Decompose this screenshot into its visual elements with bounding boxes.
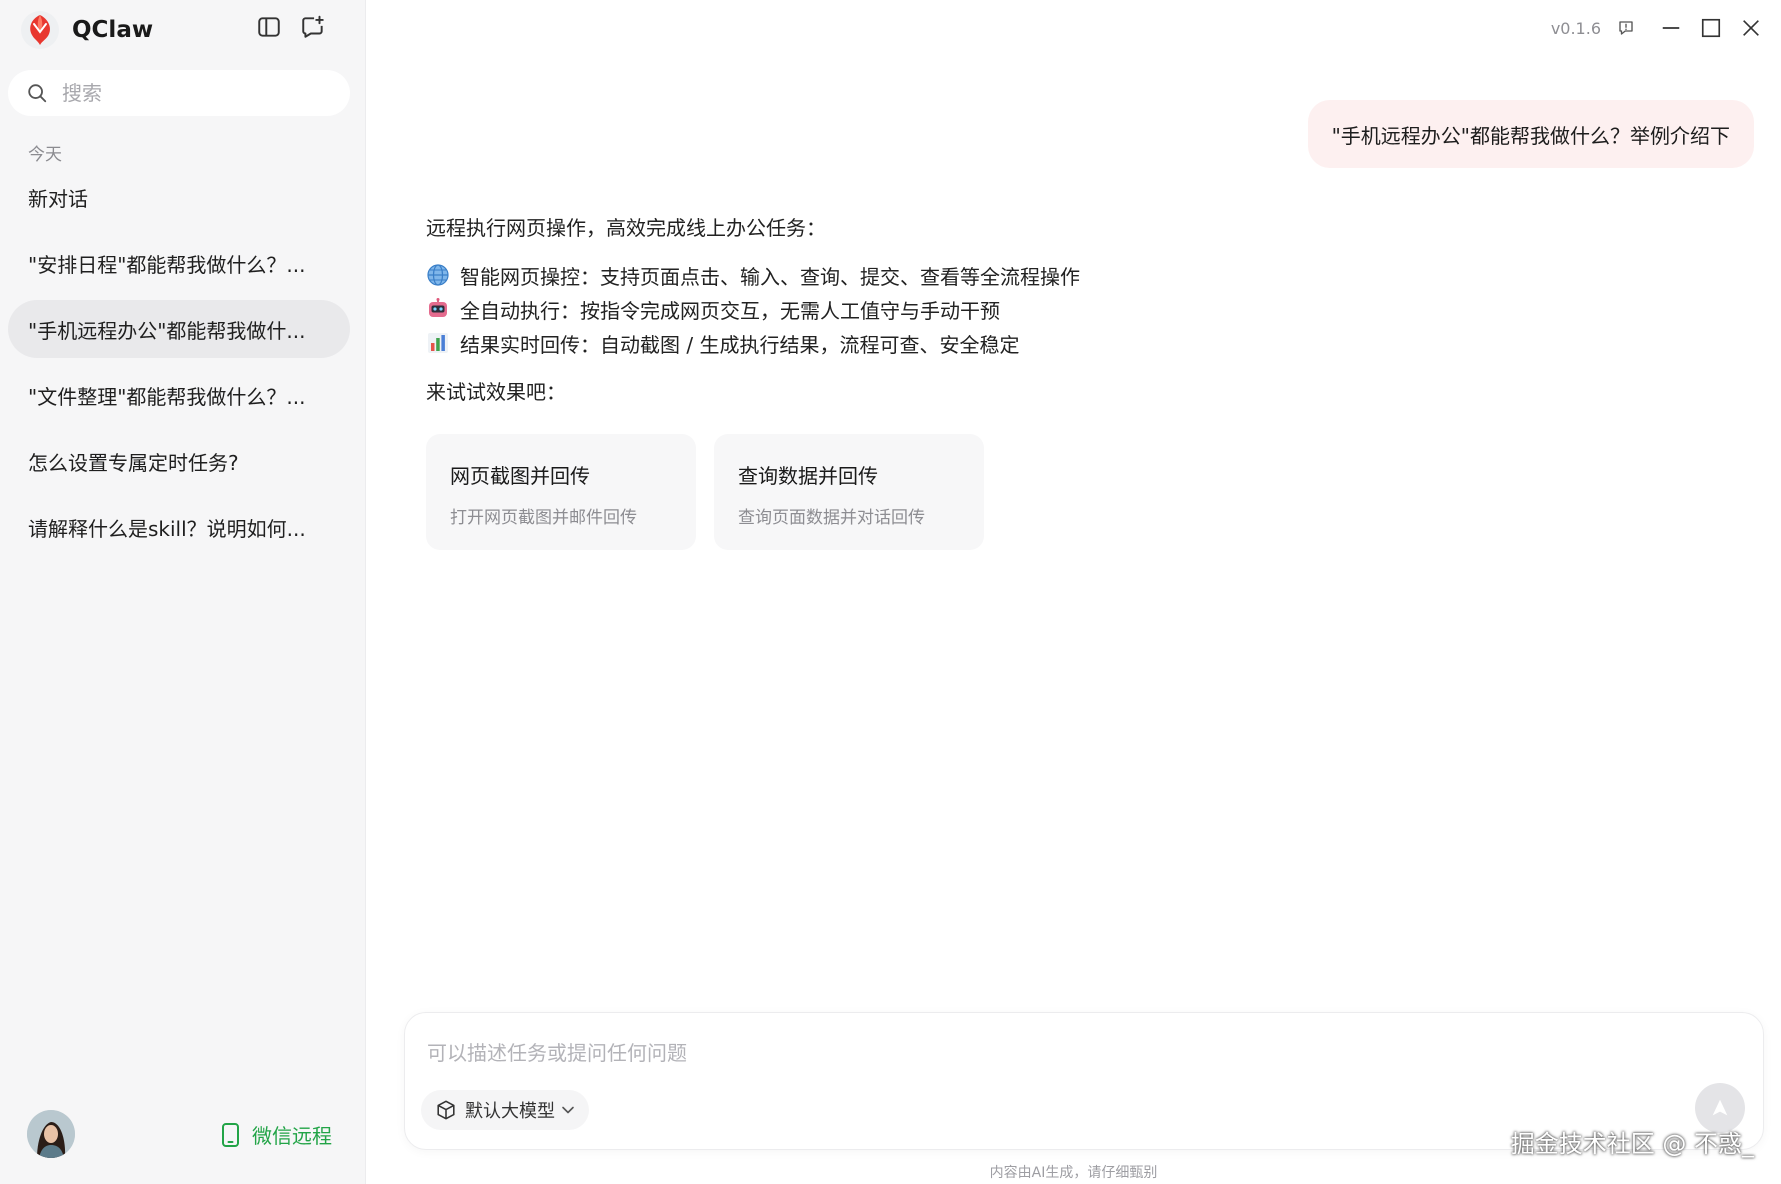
suggestion-card[interactable]: 网页截图并回传 打开网页截图并邮件回传 — [426, 434, 696, 550]
new-chat-icon[interactable] — [298, 12, 328, 42]
conversation-item[interactable]: 怎么设置专属定时任务? — [8, 432, 350, 490]
chat-main: v0.1.6 "手机远程办公"都能帮我做什么？举例介绍下 远程执行网页操作，高效… — [366, 0, 1781, 1184]
suggestion-subtitle: 查询页面数据并对话回传 — [738, 508, 925, 528]
watermark: 掘金技术社区 @ 不惑_ — [1510, 1130, 1754, 1158]
user-avatar[interactable] — [27, 1110, 75, 1158]
chevron-down-icon — [562, 1106, 574, 1114]
model-selector[interactable]: 默认大模型 — [421, 1090, 589, 1130]
reply-item-text: 智能网页操控：支持页面点击、输入、查询、提交、查看等全流程操作 — [460, 264, 1080, 289]
reply-list-item: 结果实时回传：自动截图 / 生成执行结果，流程可查、安全稳定 — [426, 326, 1526, 360]
wechat-remote-button[interactable]: 微信远程 — [220, 1120, 332, 1149]
send-arrow-icon — [1712, 1099, 1728, 1116]
user-message-bubble: "手机远程办公"都能帮我做什么？举例介绍下 — [1307, 100, 1754, 168]
globe-icon — [426, 263, 450, 287]
cube-icon — [437, 1100, 455, 1120]
wechat-remote-label: 微信远程 — [252, 1124, 332, 1148]
feedback-icon[interactable] — [1611, 8, 1641, 48]
suggestion-title: 网页截图并回传 — [450, 464, 590, 488]
suggestion-card[interactable]: 查询数据并回传 查询页面数据并对话回传 — [714, 434, 984, 550]
conversation-item[interactable]: "安排日程"都能帮我做什么？... — [8, 234, 350, 292]
title-bar: v0.1.6 — [1551, 0, 1781, 56]
suggestion-subtitle: 打开网页截图并邮件回传 — [450, 508, 637, 528]
conversation-item[interactable]: "文件整理"都能帮我做什么？... — [8, 366, 350, 424]
ai-disclaimer: 内容由AI生成，请仔细甄别 — [989, 1165, 1158, 1181]
conversation-item[interactable]: 请解释什么是skill？说明如何... — [8, 498, 350, 556]
phone-icon — [222, 1122, 239, 1147]
reply-list-item: 全自动执行：按指令完成网页交互，无需人工值守与手动干预 — [426, 292, 1526, 326]
conversation-list: 新对话 "安排日程"都能帮我做什么？... "手机远程办公"都能帮我做什... … — [8, 168, 350, 564]
assistant-reply: 远程执行网页操作，高效完成线上办公任务： 智能网页操控：支持页面点击、输入、查询… — [426, 212, 1526, 408]
version-label: v0.1.6 — [1550, 18, 1601, 38]
app-name: QClaw — [72, 17, 154, 43]
suggestion-title: 查询数据并回传 — [738, 464, 878, 488]
reply-intro: 远程执行网页操作，高效完成线上办公任务： — [426, 216, 826, 240]
try-label: 来试试效果吧： — [426, 380, 566, 404]
bar-chart-icon — [426, 331, 450, 355]
close-icon[interactable] — [1731, 8, 1771, 48]
reply-list: 智能网页操控：支持页面点击、输入、查询、提交、查看等全流程操作 全自动执行：按指… — [426, 258, 1526, 360]
conversation-item-active[interactable]: "手机远程办公"都能帮我做什... — [8, 300, 350, 358]
robot-icon — [426, 297, 450, 321]
sidebar: QClaw 今天 新对话 "安排日程"都能帮我做什么？... "手机远程办公"都… — [0, 0, 366, 1184]
search-icon — [28, 84, 47, 103]
model-label: 默认大模型 — [465, 1101, 555, 1122]
reply-list-item: 智能网页操控：支持页面点击、输入、查询、提交、查看等全流程操作 — [426, 258, 1526, 292]
qclaw-logo-icon — [21, 11, 59, 49]
section-today-label: 今天 — [28, 145, 62, 165]
reply-item-text: 全自动执行：按指令完成网页交互，无需人工值守与手动干预 — [460, 298, 1000, 323]
message-input[interactable] — [427, 1037, 1707, 1073]
reply-item-text: 结果实时回传：自动截图 / 生成执行结果，流程可查、安全稳定 — [460, 332, 1020, 357]
maximize-icon[interactable] — [1691, 8, 1731, 48]
search-input[interactable] — [62, 81, 322, 105]
conversation-item[interactable]: 新对话 — [8, 168, 350, 226]
brand: QClaw — [20, 8, 153, 52]
suggestion-cards: 网页截图并回传 打开网页截图并邮件回传 查询数据并回传 查询页面数据并对话回传 — [426, 434, 1002, 550]
search-box[interactable] — [8, 70, 350, 116]
minimize-icon[interactable] — [1651, 8, 1691, 48]
toggle-sidebar-icon[interactable] — [254, 12, 284, 42]
app-window: QClaw 今天 新对话 "安排日程"都能帮我做什么？... "手机远程办公"都… — [0, 0, 1781, 1184]
